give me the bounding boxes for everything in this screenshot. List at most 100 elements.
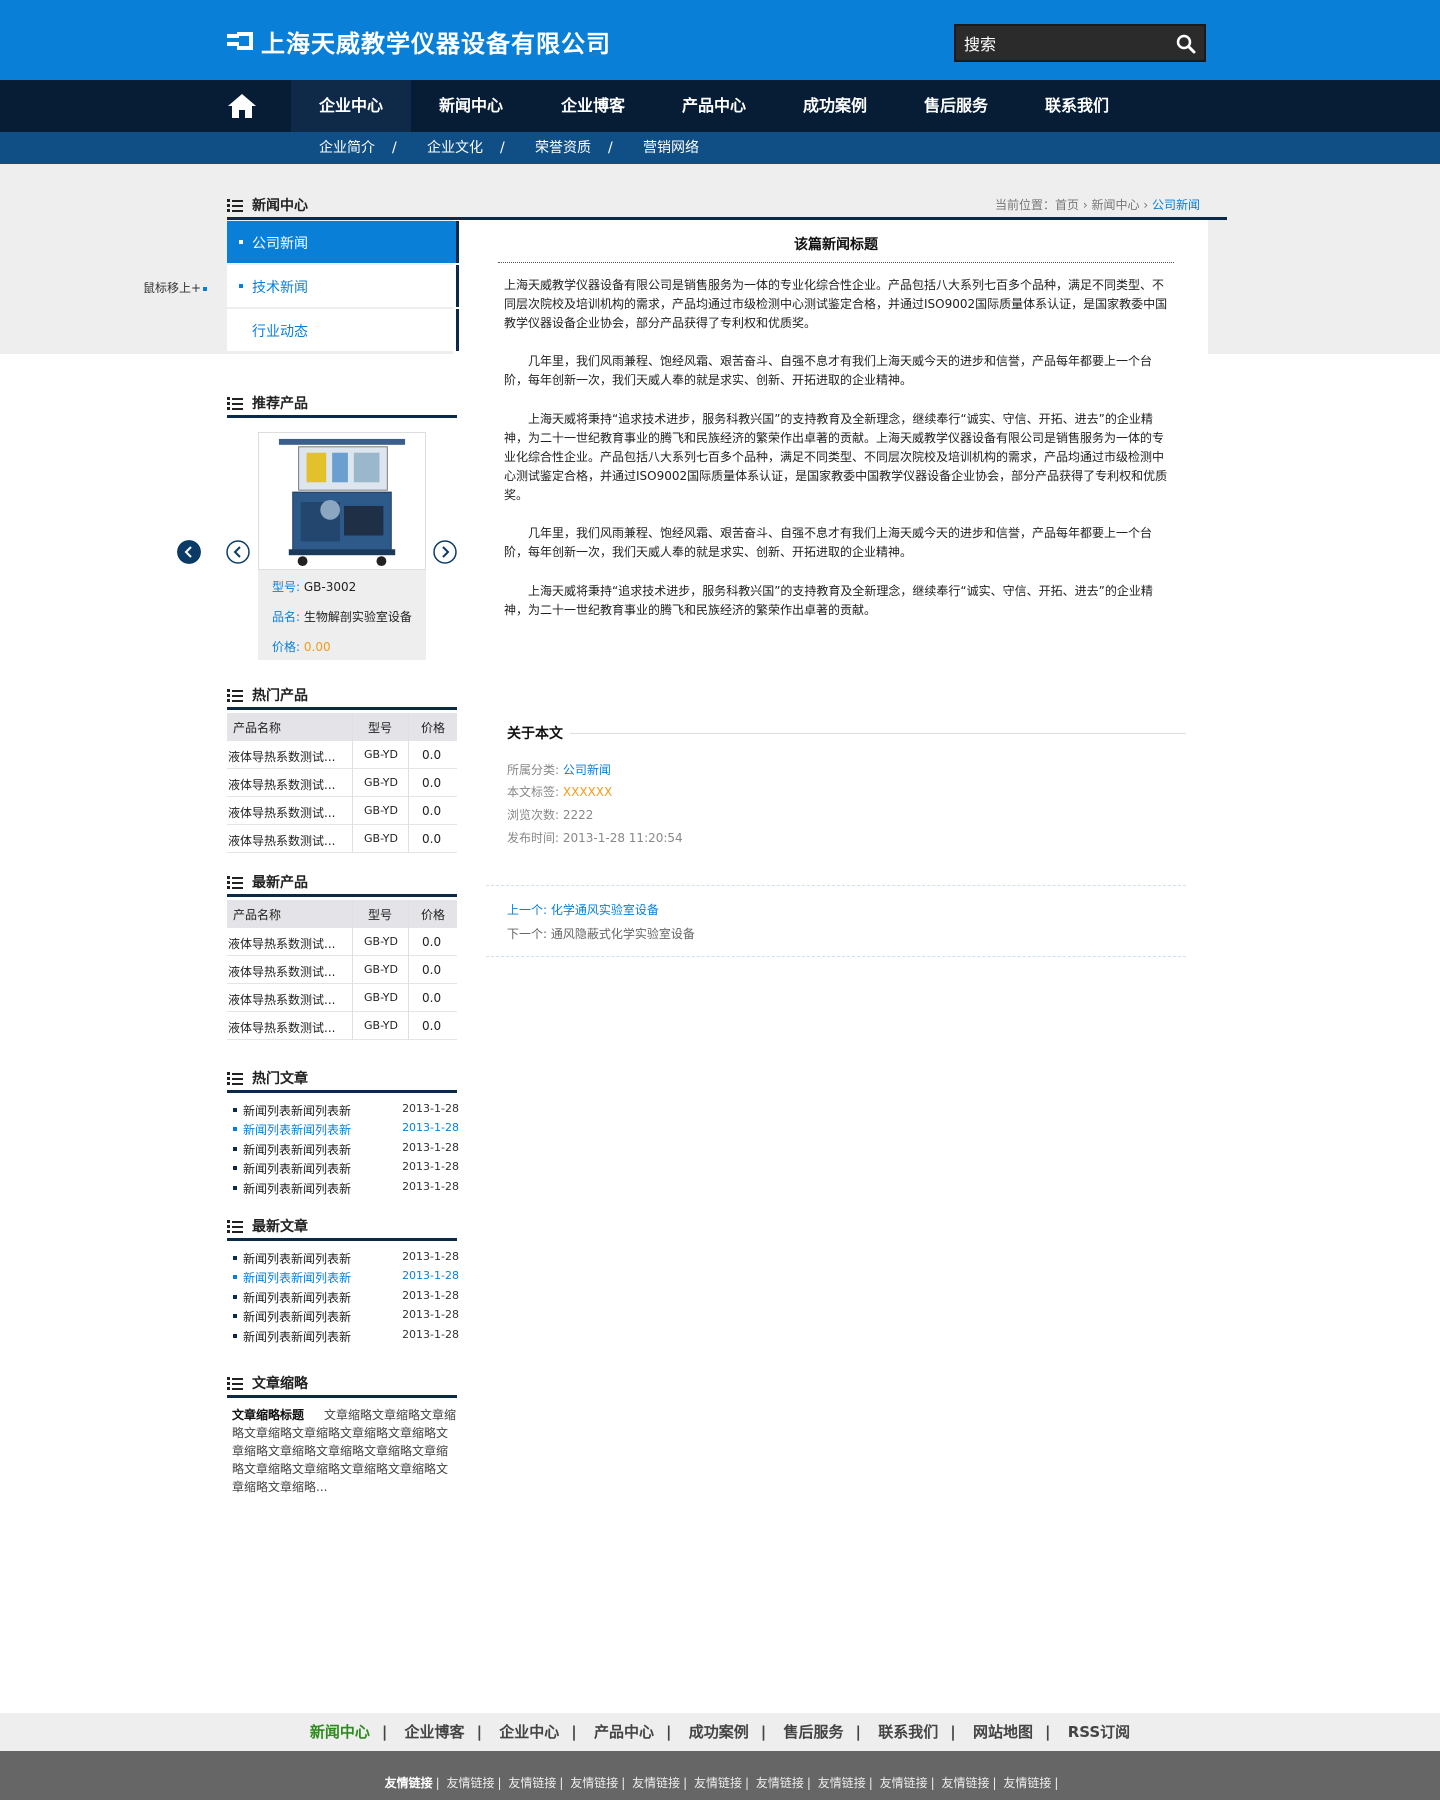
list-item[interactable]: 新闻列表新闻列表新 2013-1-28 xyxy=(227,1119,459,1138)
sidebar-item-company-news[interactable]: 公司新闻 xyxy=(227,221,459,263)
nav-news[interactable]: 新闻中心 xyxy=(411,80,531,132)
subnav-culture[interactable]: 企业文化 xyxy=(427,132,483,164)
list-item[interactable]: 新闻列表新闻列表新 2013-1-28 xyxy=(227,1139,459,1158)
footer-link-contact[interactable]: 联系我们 xyxy=(878,1723,938,1741)
home-icon[interactable] xyxy=(226,92,258,120)
subnav-network[interactable]: 营销网络 xyxy=(643,132,699,164)
list-item[interactable]: 新闻列表新闻列表新 2013-1-28 xyxy=(227,1287,459,1306)
carousel-next-icon[interactable] xyxy=(433,540,457,564)
divider xyxy=(486,956,1186,957)
friend-link[interactable]: 友情链接 xyxy=(446,1776,494,1790)
subnav-separator: / xyxy=(500,140,505,156)
table-row[interactable]: 液体导热系数测试... GB-YD 0.0 xyxy=(227,1012,457,1040)
article-paragraph: 上海天威将秉持“追求技术进步，服务科教兴国”的支持教育及全新理念，继续奉行“诚实… xyxy=(504,584,1153,617)
list-item[interactable]: 新闻列表新闻列表新 2013-1-28 xyxy=(227,1267,459,1286)
friend-link[interactable]: 友情链接 xyxy=(756,1776,804,1790)
table-row[interactable]: 液体导热系数测试... GB-YD 0.0 xyxy=(227,769,457,797)
friend-link[interactable]: 友情链接 xyxy=(508,1776,556,1790)
meta-views: 浏览次数: 2222 xyxy=(507,808,594,822)
search-box xyxy=(954,24,1206,62)
table-row[interactable]: 液体导热系数测试... GB-YD 0.0 xyxy=(227,825,457,853)
friend-link[interactable]: 友情链接 xyxy=(694,1776,742,1790)
carousel-prev-outer-icon[interactable] xyxy=(177,540,201,564)
meta-category: 所属分类: 公司新闻 xyxy=(507,763,611,777)
table-row[interactable]: 液体导热系数测试... GB-YD 0.0 xyxy=(227,741,457,769)
footer-link-news[interactable]: 新闻中心 xyxy=(310,1723,370,1741)
product-name: 品名: 生物解剖实验室设备 xyxy=(272,610,412,624)
friend-link[interactable]: 友情链接 xyxy=(632,1776,680,1790)
footer-nav: 新闻中心 | 企业博客 | 企业中心 | 产品中心 | 成功案例 | 售后服务 | 联系我们… xyxy=(0,1713,1440,1751)
hot-articles-list: 新闻列表新闻列表新 2013-1-28 新闻列表新闻列表新 2013-1-28 新闻… xyxy=(227,1100,459,1200)
friend-link[interactable]: 友情链接 xyxy=(880,1776,928,1790)
article-summary[interactable]: 文章缩略标题 文章缩略文章缩略文章缩略文章缩略文章缩略文章缩略文章缩略文章缩略文章… xyxy=(232,1406,458,1496)
next-article-link[interactable]: 下一个: 通风隐蔽式化学实验室设备 xyxy=(507,925,695,942)
friend-link[interactable]: 友情链接 xyxy=(818,1776,866,1790)
friend-link[interactable]: 友情链接 xyxy=(1003,1776,1051,1790)
bullet-icon xyxy=(239,284,243,288)
breadcrumb-current[interactable]: 公司新闻 xyxy=(1152,198,1200,212)
footer-link-cases[interactable]: 成功案例 xyxy=(689,1723,749,1741)
footer-link-rss[interactable]: RSS订阅 xyxy=(1068,1723,1130,1741)
table-row[interactable]: 液体导热系数测试... GB-YD 0.0 xyxy=(227,956,457,984)
list-item[interactable]: 新闻列表新闻列表新 2013-1-28 xyxy=(227,1326,459,1345)
list-item[interactable]: 新闻列表新闻列表新 2013-1-28 xyxy=(227,1248,459,1267)
site-logo[interactable]: 上海天威教学仪器设备有限公司 xyxy=(227,24,611,58)
footer-link-enterprise[interactable]: 企业中心 xyxy=(499,1723,559,1741)
list-icon xyxy=(227,1072,243,1086)
nav-enterprise[interactable]: 企业中心 xyxy=(291,80,411,132)
meta-tags: 本文标签: XXXXXX xyxy=(507,785,613,799)
footer-link-products[interactable]: 产品中心 xyxy=(594,1723,654,1741)
new-articles-heading: 最新文章 xyxy=(227,1211,457,1241)
sidebar-item-tech-news[interactable]: 技术新闻 xyxy=(227,265,459,307)
new-products-table: 产品名称 型号 价格 液体导热系数测试... GB-YD 0.0 液体导热系数测试.… xyxy=(227,900,457,1040)
table-row[interactable]: 液体导热系数测试... GB-YD 0.0 xyxy=(227,797,457,825)
search-input[interactable] xyxy=(964,32,1164,56)
friend-link[interactable]: 友情链接 xyxy=(385,1776,433,1790)
footer-link-service[interactable]: 售后服务 xyxy=(783,1723,843,1741)
divider xyxy=(486,885,1186,886)
friend-link[interactable]: 友情链接 xyxy=(570,1776,618,1790)
product-card[interactable]: 型号: GB-3002 品名: 生物解剖实验室设备 价格: 0.00 xyxy=(258,432,426,660)
subnav-intro[interactable]: 企业简介 xyxy=(319,132,375,164)
subnav-honors[interactable]: 荣誉资质 xyxy=(535,132,591,164)
list-item[interactable]: 新闻列表新闻列表新 2013-1-28 xyxy=(227,1178,459,1197)
breadcrumb-news[interactable]: 新闻中心 xyxy=(1092,198,1140,212)
table-header: 产品名称 型号 价格 xyxy=(227,900,457,928)
list-item[interactable]: 新闻列表新闻列表新 2013-1-28 xyxy=(227,1306,459,1325)
footer-link-sitemap[interactable]: 网站地图 xyxy=(973,1723,1033,1741)
article-paragraph: 几年里，我们风雨兼程、饱经风霜、艰苦奋斗、自强不息才有我们上海天威今天的进步和信… xyxy=(504,526,1153,559)
summary-title: 文章缩略标题 xyxy=(232,1408,305,1422)
article-paragraph: 几年里，我们风雨兼程、饱经风霜、艰苦奋斗、自强不息才有我们上海天威今天的进步和信… xyxy=(504,354,1153,387)
table-row[interactable]: 液体导热系数测试... GB-YD 0.0 xyxy=(227,928,457,956)
hot-products-table: 产品名称 型号 价格 液体导热系数测试... GB-YD 0.0 液体导热系数测试.… xyxy=(227,713,457,853)
nav-contact[interactable]: 联系我们 xyxy=(1017,80,1137,132)
nav-service[interactable]: 售后服务 xyxy=(896,80,1016,132)
search-icon[interactable] xyxy=(1176,34,1196,54)
list-icon xyxy=(227,689,243,703)
breadcrumb-home[interactable]: 首页 xyxy=(1055,198,1079,212)
subnav-separator: / xyxy=(392,140,397,156)
friend-link[interactable]: 友情链接 xyxy=(941,1776,989,1790)
about-heading: 关于本文 xyxy=(507,726,563,742)
recommend-heading: 推荐产品 xyxy=(227,388,457,418)
list-item[interactable]: 新闻列表新闻列表新 2013-1-28 xyxy=(227,1100,459,1119)
nav-blog[interactable]: 企业博客 xyxy=(533,80,653,132)
table-row[interactable]: 液体导热系数测试... GB-YD 0.0 xyxy=(227,984,457,1012)
new-products-heading: 最新产品 xyxy=(227,867,457,897)
nav-cases[interactable]: 成功案例 xyxy=(775,80,895,132)
list-item[interactable]: 新闻列表新闻列表新 2013-1-28 xyxy=(227,1158,459,1177)
product-image[interactable] xyxy=(258,432,426,570)
nav-products[interactable]: 产品中心 xyxy=(654,80,774,132)
title-divider xyxy=(498,262,1174,263)
sidebar-item-industry[interactable]: 行业动态 xyxy=(227,309,459,351)
new-articles-list: 新闻列表新闻列表新 2013-1-28 新闻列表新闻列表新 2013-1-28 新闻… xyxy=(227,1248,459,1348)
sub-nav: 企业简介 / 企业文化 / 荣誉资质 / 营销网络 xyxy=(0,132,1440,164)
list-icon xyxy=(227,876,243,890)
list-icon xyxy=(227,199,243,213)
footer-link-blog[interactable]: 企业博客 xyxy=(405,1723,465,1741)
article-title: 该篇新闻标题 xyxy=(794,237,878,253)
list-icon xyxy=(227,397,243,411)
prev-article-link[interactable]: 上一个: 化学通风实验室设备 xyxy=(507,901,659,918)
hot-products-heading: 热门产品 xyxy=(227,680,457,710)
carousel-prev-icon[interactable] xyxy=(226,540,250,564)
